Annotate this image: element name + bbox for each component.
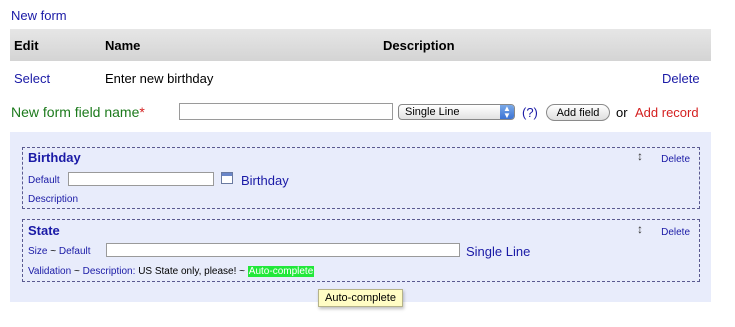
field-type-selected: Single Line	[405, 106, 460, 118]
default-value-input[interactable]	[106, 243, 460, 257]
select-arrows-icon: ▲ ▼	[500, 105, 514, 120]
default-label[interactable]: Default	[28, 175, 60, 186]
table-header: Edit Name Description	[10, 29, 711, 61]
field-card-birthday: Birthday ↕ Delete Default Birthday Descr…	[22, 147, 700, 209]
column-header-description: Description	[383, 38, 455, 53]
field-type-link[interactable]: Single Line	[466, 244, 530, 259]
size-default-row: Size ~ Default	[28, 246, 91, 257]
field-title: Birthday	[28, 150, 81, 165]
select-link[interactable]: Select	[14, 71, 50, 86]
tilde-separator: ~	[239, 266, 246, 277]
size-label[interactable]: Size	[28, 246, 47, 257]
new-field-name-input[interactable]	[179, 103, 393, 120]
default-label[interactable]: Default	[59, 246, 91, 257]
default-value-input[interactable]	[68, 172, 214, 186]
tilde-separator: ~	[73, 266, 80, 277]
field-delete-link[interactable]: Delete	[661, 227, 690, 238]
new-form-link[interactable]: New form	[11, 8, 67, 23]
tilde-separator: ~	[50, 246, 57, 257]
column-header-name: Name	[105, 38, 141, 53]
move-handle-icon[interactable]: ↕	[637, 222, 643, 236]
add-field-button[interactable]: Add field	[546, 104, 610, 121]
move-handle-icon[interactable]: ↕	[637, 149, 643, 163]
description-value: US State only, please!	[138, 266, 237, 277]
field-delete-link[interactable]: Delete	[661, 154, 690, 165]
validation-label[interactable]: Validation	[28, 266, 71, 277]
validation-description-row: Validation ~ Description: US State only,…	[28, 266, 315, 277]
field-title: State	[28, 223, 60, 238]
column-header-edit: Edit	[14, 38, 39, 53]
or-text: or	[616, 105, 628, 120]
description-label[interactable]: Description	[28, 194, 78, 205]
tooltip: Auto-complete	[318, 289, 403, 307]
row-delete-link[interactable]: Delete	[662, 71, 700, 86]
required-marker: *	[139, 104, 145, 120]
field-card-state: State ↕ Delete Size ~ Default Single Lin…	[22, 219, 700, 282]
help-link[interactable]: (?)	[522, 105, 538, 120]
auto-complete-link[interactable]: Auto-complete	[247, 266, 315, 277]
form-fields-panel: Birthday ↕ Delete Default Birthday Descr…	[10, 132, 711, 302]
row-name: Enter new birthday	[105, 71, 214, 86]
description-label[interactable]: Description:	[83, 266, 136, 277]
calendar-icon[interactable]	[221, 172, 233, 184]
field-type-link[interactable]: Birthday	[241, 173, 289, 188]
new-field-name-label: New form field name*	[11, 104, 145, 120]
add-record-link[interactable]: Add record	[635, 105, 699, 120]
field-type-select[interactable]: Single Line ▲ ▼	[398, 104, 515, 120]
